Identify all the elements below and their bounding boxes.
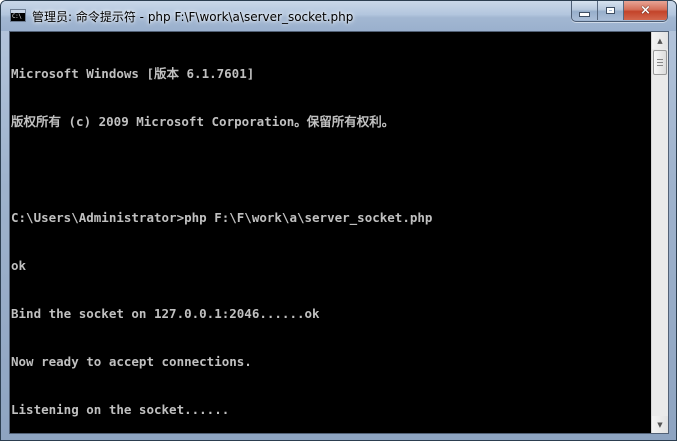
command-prompt-icon[interactable]: C:\: [10, 9, 26, 22]
console-line: 版权所有 (c) 2009 Microsoft Corporation。保留所有…: [11, 114, 395, 129]
icon-prompt-text: C:\: [12, 13, 22, 20]
arrow-down-icon: ▼: [657, 420, 663, 429]
maximize-icon: [606, 7, 615, 14]
console-line: ok: [11, 258, 27, 273]
window-title: 管理员: 命令提示符 - php F:\F\work\a\server_sock…: [32, 10, 354, 24]
console-line: Now ready to accept connections.: [11, 354, 252, 369]
console-line: Microsoft Windows [版本 6.1.7601]: [11, 66, 255, 81]
minimize-button[interactable]: [572, 1, 598, 20]
minimize-icon: [579, 11, 590, 17]
title-bar[interactable]: C:\ 管理员: 命令提示符 - php F:\F\work\a\server_…: [1, 1, 676, 31]
vertical-scrollbar[interactable]: ▲ ▼: [651, 32, 668, 433]
window-controls: ×: [571, 1, 668, 22]
console-line: C:\Users\Administrator>php F:\F\work\a\s…: [11, 210, 433, 225]
scroll-up-button[interactable]: ▲: [652, 32, 668, 49]
arrow-up-icon: ▲: [657, 36, 663, 45]
close-icon: ×: [640, 3, 651, 18]
console-line: Bind the socket on 127.0.0.1:2046......o…: [11, 306, 320, 321]
console-window: C:\ 管理员: 命令提示符 - php F:\F\work\a\server_…: [0, 0, 677, 441]
scroll-down-button[interactable]: ▼: [652, 416, 668, 433]
maximize-button[interactable]: [598, 1, 624, 20]
close-button[interactable]: ×: [624, 1, 667, 20]
console-output[interactable]: Microsoft Windows [版本 6.1.7601] 版权所有 (c)…: [10, 32, 653, 433]
console-client-area: Microsoft Windows [版本 6.1.7601] 版权所有 (c)…: [9, 31, 669, 434]
scrollbar-thumb[interactable]: [653, 50, 667, 75]
console-line: Listening on the socket......: [11, 402, 230, 417]
